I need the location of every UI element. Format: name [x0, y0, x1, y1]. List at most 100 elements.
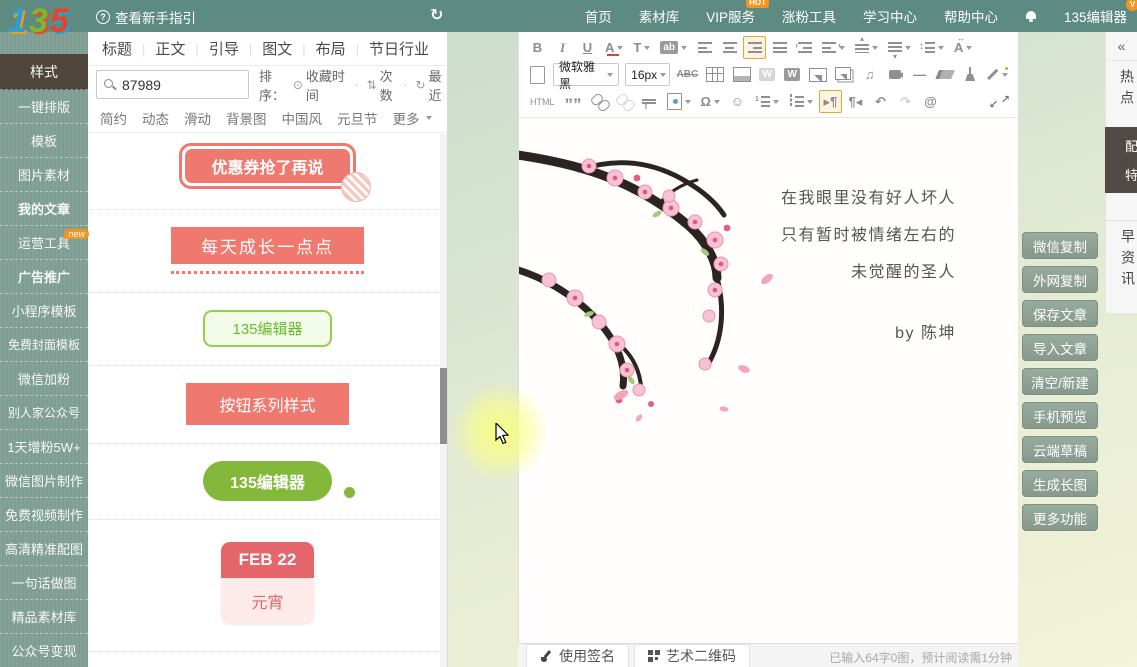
tab-layout[interactable]: 布局: [292, 38, 345, 59]
search-input[interactable]: [122, 77, 242, 93]
image-icon[interactable]: [806, 63, 830, 86]
template-input-tag[interactable]: 请输入内容: [88, 652, 447, 666]
redo-icon[interactable]: ↷: [894, 90, 917, 113]
sidebar-item-one-sentence-image[interactable]: 一句话做图: [0, 566, 88, 600]
template-grow-everyday[interactable]: 每天成长一点点: [88, 210, 447, 293]
underline-icon[interactable]: U: [576, 36, 599, 59]
tab-festival-industry[interactable]: 节日行业: [346, 38, 429, 59]
eraser-icon[interactable]: [933, 63, 956, 86]
sidebar-item-styles[interactable]: 样式: [0, 54, 88, 90]
template-coupon-banner[interactable]: 优惠券抢了再说: [88, 133, 447, 210]
magic-format-icon[interactable]: [983, 63, 1011, 86]
sidebar-item-one-click-layout[interactable]: 一键排版: [0, 90, 88, 124]
music-icon[interactable]: ♫: [858, 63, 881, 86]
nav-fans-tools[interactable]: 涨粉工具: [782, 6, 836, 26]
paragraph-spacing-icon[interactable]: [917, 36, 948, 59]
html-source-icon[interactable]: HTML: [526, 90, 559, 113]
highlight-icon[interactable]: ab: [656, 36, 691, 59]
panel-scrollbar-track[interactable]: [440, 134, 447, 667]
sidebar-item-operation-tools[interactable]: 运营工具 new: [0, 226, 88, 260]
sidebar-item-wechat-image-making[interactable]: 微信图片制作: [0, 464, 88, 498]
filter-slide[interactable]: 滑动: [184, 108, 211, 128]
filter-new-year[interactable]: 元旦节: [337, 108, 378, 128]
rail-morning-news[interactable]: 早资讯: [1106, 220, 1137, 292]
btn-save-article[interactable]: 保存文章: [1022, 300, 1098, 327]
editor-content[interactable]: 在我眼里没有好人坏人只有暂时被情绪左右的未觉醒的圣人 by 陈坤: [519, 118, 1018, 645]
signature-tab[interactable]: 使用签名: [526, 644, 629, 667]
sort-by-favorite-time[interactable]: ⊙ 收藏时间: [293, 66, 349, 104]
tab-body[interactable]: 正文: [132, 38, 185, 59]
filter-dynamic[interactable]: 动态: [142, 108, 169, 128]
bullet-list-icon[interactable]: [785, 90, 817, 113]
align-justify-icon[interactable]: [768, 36, 791, 59]
btn-long-image[interactable]: 生成长图: [1022, 470, 1098, 497]
sidebar-item-ad-promotion[interactable]: 广告推广: [0, 260, 88, 294]
refresh-icon[interactable]: ↻: [430, 5, 443, 25]
nav-home[interactable]: 首页: [585, 6, 612, 26]
outdent-icon[interactable]: [818, 36, 849, 59]
rail-hot-topics[interactable]: 热点: [1106, 69, 1137, 111]
unlink-icon[interactable]: [613, 90, 636, 113]
font-family-select[interactable]: 微软雅黑: [553, 63, 619, 86]
sidebar-item-premium-material-library[interactable]: 精品素材库: [0, 600, 88, 634]
filter-background-image[interactable]: 背景图: [226, 108, 267, 128]
btn-extranet-copy[interactable]: 外网复制: [1022, 266, 1098, 293]
newbie-guide-link[interactable]: 查看新手指引: [96, 7, 196, 27]
btn-cloud-draft[interactable]: 云端草稿: [1022, 436, 1098, 463]
horizontal-rule-icon[interactable]: —: [908, 63, 931, 86]
notification-bell-icon[interactable]: [1025, 10, 1037, 22]
at-link-icon[interactable]: @: [919, 90, 942, 113]
sort-by-recent[interactable]: ↻ 最近: [398, 66, 447, 104]
indent-icon[interactable]: [793, 36, 816, 59]
tab-image-text[interactable]: 图文: [239, 38, 292, 59]
line-top-spacing-icon[interactable]: [851, 36, 882, 59]
align-center-icon[interactable]: [718, 36, 741, 59]
sidebar-item-free-video-making[interactable]: 免费视频制作: [0, 498, 88, 532]
paragraph-rtl-icon[interactable]: ¶◂: [844, 90, 867, 113]
nav-material-library[interactable]: 素材库: [639, 6, 680, 26]
tab-title[interactable]: 标题: [102, 38, 132, 59]
sidebar-item-others-official-accounts[interactable]: 别人家公众号: [0, 396, 88, 430]
font-size-select[interactable]: 16px: [625, 63, 669, 86]
filter-chinese-style[interactable]: 中国风: [282, 108, 323, 128]
font-color-icon[interactable]: A: [601, 36, 627, 59]
blockquote-icon[interactable]: ””: [561, 90, 586, 113]
sidebar-item-miniprogram-templates[interactable]: 小程序模板: [0, 294, 88, 328]
text-block-icon[interactable]: [638, 90, 661, 113]
sidebar-item-account-monetization[interactable]: 公众号变现: [0, 634, 88, 667]
word-import-icon[interactable]: W: [781, 63, 804, 86]
template-135-editor-outline[interactable]: 135编辑器: [88, 293, 447, 366]
nav-learning-center[interactable]: 学习中心: [863, 6, 917, 26]
text-effect-icon[interactable]: T: [629, 36, 654, 59]
sidebar-item-gain-50k-fans[interactable]: 1天增粉5W+: [0, 430, 88, 464]
ordered-list-icon[interactable]: [751, 90, 783, 113]
panel-scrollbar-thumb[interactable]: [440, 368, 447, 444]
video-icon[interactable]: [883, 63, 906, 86]
sidebar-item-templates[interactable]: 模板: [0, 124, 88, 158]
italic-icon[interactable]: I: [551, 36, 574, 59]
template-button-series[interactable]: 按钮系列样式: [88, 366, 447, 444]
collapse-rail-icon[interactable]: «: [1106, 32, 1137, 61]
bold-icon[interactable]: B: [526, 36, 549, 59]
tab-guide[interactable]: 引导: [185, 38, 238, 59]
table-media-icon[interactable]: [729, 63, 753, 86]
paragraph-ltr-icon[interactable]: ▸¶: [819, 90, 842, 113]
letter-spacing-icon[interactable]: A: [950, 36, 976, 59]
nav-vip-service[interactable]: VIP服务 HOT: [706, 6, 755, 26]
format-clean-icon[interactable]: [958, 63, 981, 86]
filter-more[interactable]: 更多: [393, 108, 432, 128]
btn-phone-preview[interactable]: 手机预览: [1022, 402, 1098, 429]
sidebar-item-free-cover-templates[interactable]: 免费封面模板: [0, 328, 88, 362]
sidebar-item-image-material[interactable]: 图片素材: [0, 158, 88, 192]
btn-wechat-copy[interactable]: 微信复制: [1022, 232, 1098, 259]
link-icon[interactable]: [588, 90, 611, 113]
sidebar-item-my-articles[interactable]: 我的文章: [0, 192, 88, 226]
strikethrough-icon[interactable]: ABC: [674, 63, 702, 86]
align-right-icon[interactable]: [743, 36, 766, 59]
undo-icon[interactable]: ↶: [869, 90, 892, 113]
page-setup-icon[interactable]: [663, 90, 695, 113]
template-135-editor-pill[interactable]: 135编辑器: [88, 444, 447, 520]
emoji-icon[interactable]: ☺: [726, 90, 749, 113]
gallery-icon[interactable]: [832, 63, 856, 86]
sidebar-item-wechat-add-fans[interactable]: 微信加粉: [0, 362, 88, 396]
